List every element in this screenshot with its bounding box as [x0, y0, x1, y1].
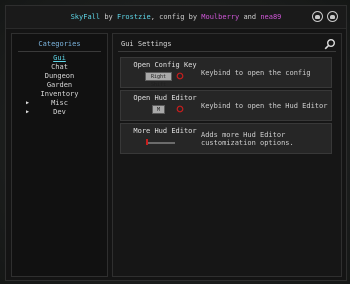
title-config-by: , config by	[150, 13, 198, 21]
title-and: and	[243, 13, 257, 21]
settings-divider	[118, 51, 336, 52]
option-name: Open Config Key	[133, 61, 197, 69]
reset-icon[interactable]	[176, 105, 184, 113]
sidebar-item-gui[interactable]: Gui	[12, 54, 107, 63]
sidebar-item-label: Dungeon	[44, 72, 75, 80]
settings-title: Gui Settings	[121, 40, 172, 48]
option-name: Open Hud Editor	[133, 94, 197, 102]
sidebar-item-garden[interactable]: Garden	[12, 81, 107, 90]
sidebar-item-label: Garden	[46, 81, 73, 89]
option-more-hud-editor: More Hud Editor Adds more Hud Editor cus…	[120, 123, 332, 154]
option-description: Keybind to open the Hud Editor	[201, 102, 328, 110]
option-description: Adds more Hud Editor customization optio…	[201, 131, 294, 147]
option-name: More Hud Editor	[133, 127, 197, 135]
reset-icon[interactable]	[176, 72, 184, 80]
sidebar-item-inventory[interactable]: Inventory	[12, 90, 107, 99]
option-open-hud-editor: Open Hud Editor M Keybind to open the Hu…	[120, 90, 332, 121]
option-open-config-key: Open Config Key Right Shift Keybind to o…	[120, 57, 332, 88]
slider-track[interactable]	[147, 142, 175, 144]
sidebar-item-label: Chat	[51, 63, 68, 71]
author-frostzie: Frostzie	[116, 13, 151, 21]
sidebar-item-label: Dev	[53, 108, 66, 116]
keybind-button[interactable]: M	[152, 105, 165, 114]
expand-arrow-icon[interactable]: ▶	[26, 108, 29, 117]
config-window: SkyFall by Frostzie, config by Moulberry…	[5, 5, 347, 281]
categories-sidebar: Categories Gui Chat Dungeon Garden Inven…	[11, 33, 108, 277]
window-title: SkyFall by Frostzie, config by Moulberry…	[6, 13, 346, 21]
sidebar-item-label: Misc	[51, 99, 68, 107]
categories-title: Categories	[38, 40, 81, 48]
title-bar: SkyFall by Frostzie, config by Moulberry…	[6, 6, 346, 29]
sidebar-item-label: Gui	[53, 54, 66, 62]
sidebar-item-dungeon[interactable]: Dungeon	[12, 72, 107, 81]
keybind-button[interactable]: Right Shift	[145, 72, 172, 88]
sidebar-divider	[18, 51, 101, 52]
github-icon[interactable]	[312, 11, 323, 22]
author-moulberry: Moulberry	[201, 13, 240, 21]
title-icons	[312, 11, 338, 22]
author-nea89: nea89	[260, 13, 282, 21]
slider-handle[interactable]	[146, 139, 148, 145]
expand-arrow-icon[interactable]: ▶	[26, 99, 29, 108]
sidebar-item-dev[interactable]: ▶ Dev	[12, 108, 107, 117]
app-name: SkyFall	[70, 13, 101, 21]
title-by: by	[104, 13, 113, 21]
discord-icon[interactable]	[327, 11, 338, 22]
sidebar-item-misc[interactable]: ▶ Misc	[12, 99, 107, 108]
settings-panel: Gui Settings Open Config Key Right Shift…	[112, 33, 342, 277]
category-list: Gui Chat Dungeon Garden Inventory ▶ Misc …	[12, 54, 107, 117]
sidebar-item-label: Inventory	[40, 90, 79, 98]
sidebar-item-chat[interactable]: Chat	[12, 63, 107, 72]
search-icon[interactable]	[324, 38, 336, 50]
option-description: Keybind to open the config	[201, 69, 311, 77]
